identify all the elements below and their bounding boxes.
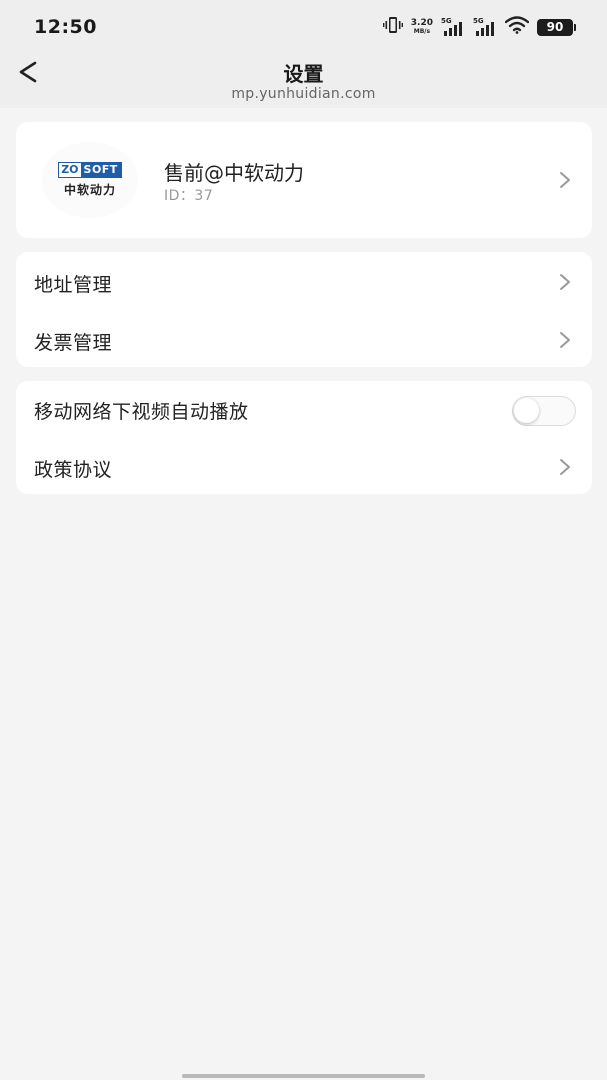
nav-bar: 设置 mp.yunhuidian.com [0, 52, 607, 108]
address-management-label: 地址管理 [34, 274, 113, 296]
policy-agreement-item[interactable]: 政策协议 [16, 439, 592, 497]
signal-icon: 5G [441, 17, 465, 37]
address-management-item[interactable]: 地址管理 [16, 252, 592, 310]
invoice-management-item[interactable]: 发票管理 [16, 310, 592, 368]
policy-agreement-label: 政策协议 [34, 459, 113, 481]
logo-zo-text: ZO [59, 163, 81, 177]
autoplay-setting-item: 移动网络下视频自动播放 [16, 381, 592, 439]
profile-id: ID：37 [164, 188, 214, 204]
status-bar: 12:50 3.20 MB/s 5G 5G 90 [0, 0, 607, 52]
net-speed-unit: MB/s [413, 28, 431, 35]
battery-icon: 90 [537, 18, 576, 36]
autoplay-label: 移动网络下视频自动播放 [34, 401, 249, 423]
net-speed-value: 3.20 [410, 18, 433, 28]
profile-card[interactable]: ZO SOFT 中软动力 售前@中软动力 ID：37 [16, 122, 592, 238]
logo-chinese-text: 中软动力 [63, 183, 116, 197]
page-subtitle-domain: mp.yunhuidian.com [231, 86, 376, 102]
home-indicator[interactable] [182, 1074, 425, 1078]
page-title: 设置 [283, 62, 324, 86]
chevron-right-icon [560, 274, 570, 290]
settings-card: 移动网络下视频自动播放 政策协议 [16, 381, 592, 494]
net-speed: 3.20 MB/s [410, 18, 433, 36]
status-icons: 3.20 MB/s 5G 5G 90 [382, 16, 576, 38]
company-logo: ZO SOFT [58, 162, 122, 178]
management-card: 地址管理 发票管理 [16, 252, 592, 367]
chevron-right-icon [560, 332, 570, 348]
profile-name: 售前@中软动力 [164, 161, 304, 185]
chevron-right-icon [560, 459, 570, 475]
invoice-management-label: 发票管理 [34, 332, 113, 354]
autoplay-toggle[interactable] [512, 396, 576, 426]
toggle-knob [514, 398, 539, 423]
chevron-right-icon [560, 172, 570, 188]
logo-soft-text: SOFT [80, 163, 121, 177]
wifi-icon [504, 16, 530, 38]
vibrate-icon [382, 16, 403, 38]
signal-icon-sim2: 5G [473, 17, 497, 37]
status-time: 12:50 [34, 16, 97, 38]
avatar: ZO SOFT 中软动力 [42, 142, 138, 218]
